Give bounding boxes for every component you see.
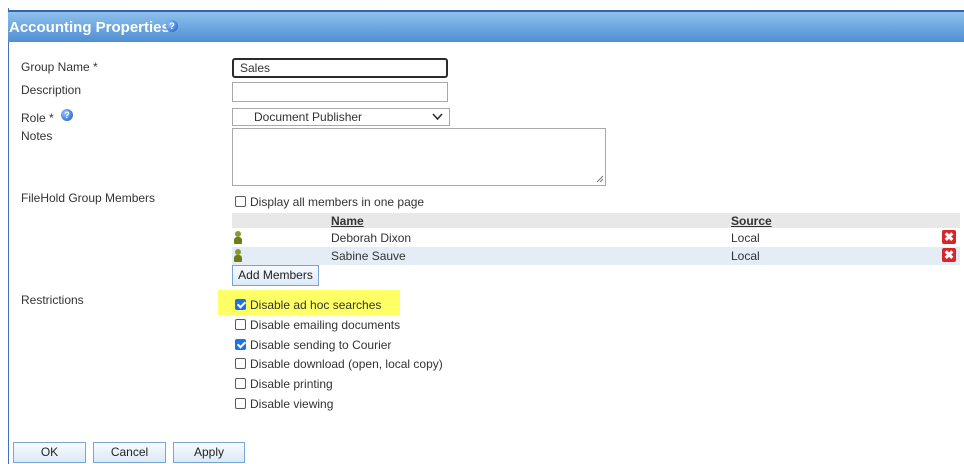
role-label-text: Role * bbox=[21, 111, 54, 125]
display-all-members-label: Display all members in one page bbox=[250, 194, 425, 209]
group-members-label: FileHold Group Members bbox=[21, 191, 156, 205]
notes-textarea[interactable] bbox=[232, 128, 606, 186]
restriction-checkbox[interactable] bbox=[235, 299, 246, 311]
restriction-label: Disable printing bbox=[250, 376, 333, 391]
description-label: Description bbox=[21, 83, 82, 97]
panel-title: Accounting Properties bbox=[9, 19, 170, 36]
member-name: Sabine Sauve bbox=[331, 249, 406, 263]
user-icon bbox=[234, 231, 242, 244]
column-header-name[interactable]: Name bbox=[331, 214, 364, 228]
chevron-down-icon bbox=[432, 108, 443, 124]
left-border bbox=[8, 8, 9, 464]
role-select[interactable]: Document Publisher bbox=[232, 108, 450, 126]
role-help-icon[interactable]: ? bbox=[61, 108, 74, 121]
add-members-button[interactable]: Add Members bbox=[232, 265, 319, 286]
ok-button[interactable]: OK bbox=[13, 442, 86, 463]
table-row: Deborah Dixon Local ✖ bbox=[232, 229, 960, 247]
restrictions-label: Restrictions bbox=[21, 293, 84, 307]
group-name-input[interactable] bbox=[232, 58, 448, 78]
display-all-members-checkbox[interactable] bbox=[235, 196, 246, 208]
restriction-label: Disable emailing documents bbox=[250, 317, 401, 332]
restriction-checkbox[interactable] bbox=[235, 339, 246, 351]
column-header-source[interactable]: Source bbox=[731, 214, 772, 228]
help-icon[interactable]: ? bbox=[166, 20, 178, 32]
restriction-sending-to-courier[interactable]: Disable sending to Courier bbox=[235, 337, 391, 352]
cancel-button[interactable]: Cancel bbox=[93, 442, 166, 463]
restriction-label: Disable viewing bbox=[250, 396, 334, 411]
restriction-printing[interactable]: Disable printing bbox=[235, 376, 333, 391]
group-name-label: Group Name * bbox=[21, 60, 98, 74]
restriction-download[interactable]: Disable download (open, local copy) bbox=[235, 356, 443, 371]
restriction-checkbox[interactable] bbox=[235, 319, 246, 331]
display-all-members-row[interactable]: Display all members in one page bbox=[235, 194, 424, 209]
restriction-label: Disable download (open, local copy) bbox=[250, 356, 443, 371]
delete-icon[interactable]: ✖ bbox=[942, 230, 956, 244]
notes-label: Notes bbox=[21, 129, 53, 143]
top-band bbox=[0, 0, 964, 10]
user-icon bbox=[234, 249, 242, 262]
member-source: Local bbox=[731, 231, 760, 245]
role-label: Role * ? bbox=[21, 108, 74, 125]
member-name: Deborah Dixon bbox=[331, 231, 412, 245]
delete-icon[interactable]: ✖ bbox=[942, 248, 956, 262]
description-input[interactable] bbox=[232, 82, 448, 102]
restriction-ad-hoc-searches[interactable]: Disable ad hoc searches bbox=[235, 297, 381, 312]
restriction-label: Disable ad hoc searches bbox=[250, 297, 382, 312]
restriction-checkbox[interactable] bbox=[235, 398, 246, 410]
restriction-checkbox[interactable] bbox=[235, 358, 246, 370]
accounting-properties-window: Accounting Properties ? Group Name * Des… bbox=[0, 0, 964, 464]
apply-button[interactable]: Apply bbox=[173, 442, 245, 463]
restriction-checkbox[interactable] bbox=[235, 378, 246, 390]
role-select-value: Document Publisher bbox=[254, 110, 363, 124]
panel-titlebar: Accounting Properties ? bbox=[8, 10, 964, 42]
member-source: Local bbox=[731, 249, 760, 263]
resize-grip-icon[interactable] bbox=[596, 175, 604, 185]
restriction-emailing-documents[interactable]: Disable emailing documents bbox=[235, 317, 400, 332]
table-row: Sabine Sauve Local ✖ bbox=[232, 247, 960, 265]
members-table-header: Name Source bbox=[232, 213, 960, 228]
restriction-label: Disable sending to Courier bbox=[250, 337, 392, 352]
restriction-viewing[interactable]: Disable viewing bbox=[235, 396, 333, 411]
